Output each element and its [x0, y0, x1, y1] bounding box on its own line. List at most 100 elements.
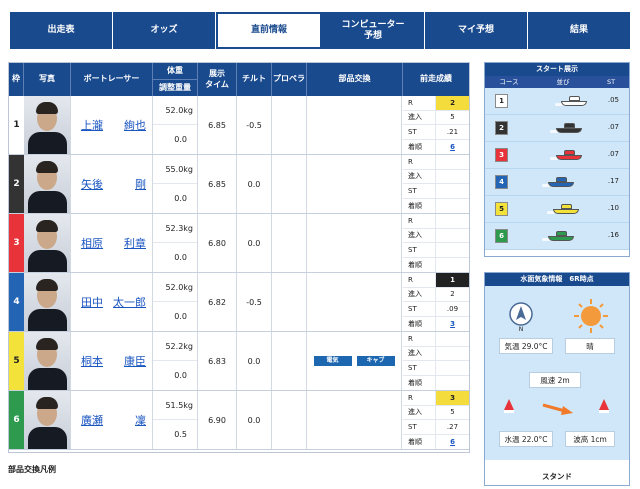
waku-number: 1 — [9, 96, 24, 154]
racer-name-link[interactable]: 相原 利章 — [71, 214, 153, 272]
weight-value: 52.0kg — [153, 273, 197, 302]
wind-arrow-icon — [504, 399, 609, 415]
racer-family-name[interactable]: 上瀧 — [81, 117, 103, 133]
racer-name-link[interactable]: 田中 太一郎 — [71, 273, 153, 331]
racer-name-link[interactable]: 矢後 剛 — [71, 155, 153, 213]
prev-finish-link[interactable]: 6 — [436, 140, 469, 155]
racer-given-name[interactable]: 太一郎 — [113, 294, 146, 310]
start-row: 3 .07 — [485, 142, 629, 169]
prev-finish-link — [436, 376, 469, 391]
prev-results: R3 進入 5 ST .27 着順 6 — [403, 391, 469, 449]
weight-cell: 52.0kg 0.0 — [153, 273, 198, 331]
tab-0[interactable]: 出走表 — [10, 12, 113, 49]
racer-family-name[interactable]: 廣瀬 — [81, 412, 103, 428]
weight-value: 51.5kg — [153, 391, 197, 420]
exhibit-time: 6.85 — [198, 155, 237, 213]
tab-5[interactable]: 結果 — [528, 12, 630, 49]
weather-area: N 気温 29.0°C 晴 風速 2m 水温 22.0°C 波高 1cm — [485, 286, 629, 460]
prev-label-r: R — [403, 332, 436, 346]
tilt-value: 0.0 — [237, 391, 272, 449]
start-header-st: ST — [606, 78, 616, 86]
tab-4[interactable]: マイ予想 — [425, 12, 528, 49]
course-number: 1 — [495, 94, 508, 108]
tab-2[interactable]: 直前情報 — [216, 12, 322, 49]
parts-badge: 電気 — [313, 356, 352, 366]
prev-course: 2 — [450, 290, 455, 299]
racer-given-name[interactable]: 凜 — [135, 412, 146, 428]
propeller-value — [272, 155, 307, 213]
start-row: 6 .16 — [485, 223, 629, 250]
tab-1[interactable]: オッズ — [113, 12, 216, 49]
racer-name-link[interactable]: 上瀧 絢也 — [71, 96, 153, 154]
prev-course — [436, 170, 469, 184]
prev-course — [436, 229, 469, 243]
start-header-order: 並び — [556, 78, 570, 86]
racer-row: 3 相原 利章 52.3kg 0.0 6.80 0.0 R 進入 ST 着順 — [9, 214, 469, 273]
wave-height: 波高 1cm — [565, 431, 615, 447]
tab-3[interactable]: コンピューター 予想 — [322, 12, 425, 49]
racer-photo — [24, 96, 71, 154]
weight-cell: 52.2kg 0.0 — [153, 332, 198, 390]
parts-badge: キャブ — [356, 356, 395, 366]
propeller-value — [272, 214, 307, 272]
pre-race-info-table: 枠 写真 ボートレーサー 体重 調整重量 展示 タイム チルト プロペラ 部品交… — [8, 62, 470, 453]
prev-finish-link[interactable]: 6 — [436, 435, 469, 450]
racer-given-name[interactable]: 剛 — [135, 176, 146, 192]
start-display-panel: スタート展示 コース 並び ST 1 .05 2 .07 3 .07 4 .17… — [484, 62, 630, 257]
propeller-value — [272, 273, 307, 331]
racer-name-link[interactable]: 廣瀬 凜 — [71, 391, 153, 449]
course-number: 4 — [495, 175, 508, 189]
racer-family-name[interactable]: 矢後 — [81, 176, 103, 192]
boat-icon — [550, 150, 582, 160]
weather-title: 水面気象情報 6R時点 — [485, 273, 629, 286]
prev-label-finish: 着順 — [403, 316, 436, 331]
parts-exchange-cell — [307, 391, 402, 449]
prev-results: R 進入 ST 着順 — [403, 214, 469, 272]
header-exhibit-time: 展示 タイム — [198, 63, 237, 96]
prev-label-course: 進入 — [403, 110, 436, 124]
racer-family-name[interactable]: 相原 — [81, 235, 103, 251]
prev-label-r: R — [403, 391, 436, 405]
racer-photo — [24, 273, 71, 331]
prev-label-r: R — [403, 96, 436, 110]
racer-given-name[interactable]: 絢也 — [124, 117, 146, 133]
weight-value: 52.2kg — [153, 332, 197, 361]
weather-condition: 晴 — [565, 338, 615, 354]
prev-label-finish: 着順 — [403, 139, 436, 154]
racer-family-name[interactable]: 田中 — [81, 294, 103, 310]
prev-results: R1 進入 2 ST .09 着順 3 — [403, 273, 469, 331]
racer-family-name[interactable]: 桐本 — [81, 353, 103, 369]
waku-number: 3 — [9, 214, 24, 272]
tilt-value: 0.0 — [237, 332, 272, 390]
prev-label-course: 進入 — [403, 287, 436, 301]
race-nav-tabs: 出走表 オッズ 直前情報 コンピューター 予想 マイ予想 結果 — [10, 12, 630, 49]
prev-label-st: ST — [403, 420, 436, 434]
start-timing: .16 — [607, 231, 619, 239]
start-row: 5 .10 — [485, 196, 629, 223]
propeller-value — [272, 96, 307, 154]
racer-given-name[interactable]: 利章 — [124, 235, 146, 251]
racer-given-name[interactable]: 康臣 — [124, 353, 146, 369]
prev-label-course: 進入 — [403, 346, 436, 360]
prev-results: R 進入 ST 着順 — [403, 332, 469, 390]
prev-finish-link — [436, 258, 469, 273]
racer-name-link[interactable]: 桐本 康臣 — [71, 332, 153, 390]
prev-finish-link[interactable]: 3 — [436, 317, 469, 332]
weight-cell: 55.0kg 0.0 — [153, 155, 198, 213]
weight-cell: 52.3kg 0.0 — [153, 214, 198, 272]
prev-course — [436, 347, 469, 361]
prev-results: R2 進入 5 ST .21 着順 6 — [403, 96, 469, 154]
prev-label-course: 進入 — [403, 169, 436, 183]
start-row: 1 .05 — [485, 88, 629, 115]
racer-row: 1 上瀧 絢也 52.0kg 0.0 6.85 -0.5 R2 進入 5 ST .2… — [9, 96, 469, 155]
prev-course: 5 — [450, 408, 455, 417]
prev-label-st: ST — [403, 125, 436, 139]
prev-course: 5 — [450, 113, 455, 122]
prev-st — [436, 361, 469, 375]
prev-label-course: 進入 — [403, 405, 436, 419]
header-tilt: チルト — [237, 63, 272, 96]
adjust-weight-value: 0.0 — [174, 194, 187, 203]
exhibit-time: 6.90 — [198, 391, 237, 449]
start-timing: .17 — [607, 177, 619, 185]
prev-label-finish: 着順 — [403, 375, 436, 390]
